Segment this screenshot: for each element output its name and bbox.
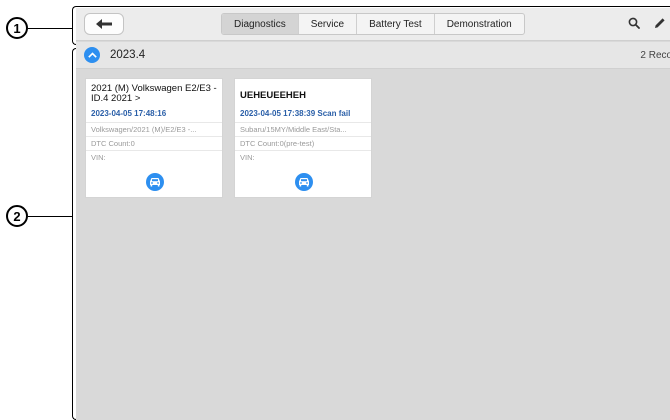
callout-1: 1: [6, 17, 28, 39]
tab-demonstration[interactable]: Demonstration: [433, 14, 524, 34]
card-title: 2021 (M) Volkswagen E2/E3 - ID.4 2021 >: [91, 83, 217, 104]
collapse-group-button[interactable]: [84, 47, 100, 63]
app-screen: Diagnostics Service Battery Test Demonst…: [76, 8, 670, 420]
divider: [235, 136, 371, 137]
card-vehicle-info: Subaru/15MY/Middle East/Sta...: [240, 125, 347, 134]
function-tabs: Diagnostics Service Battery Test Demonst…: [221, 13, 525, 35]
back-button[interactable]: [84, 13, 124, 35]
callout-2-leader: [28, 216, 72, 217]
divider: [86, 136, 222, 137]
car-icon: [150, 178, 160, 187]
card-title: UEHEUEEHEH: [240, 90, 306, 101]
tab-battery-test[interactable]: Battery Test: [356, 14, 434, 34]
divider: [235, 122, 371, 123]
group-header: 2023.4 2 Records: [76, 42, 670, 69]
card-dtc-count: DTC Count:0: [91, 139, 135, 148]
tab-service[interactable]: Service: [297, 14, 356, 34]
card-datetime: 2023-04-05 17:48:16: [91, 109, 167, 118]
callout-2: 2: [6, 205, 28, 227]
card-vin: VIN:: [240, 153, 255, 162]
divider: [235, 150, 371, 151]
search-icon[interactable]: [628, 17, 640, 29]
card-vin: VIN:: [91, 153, 106, 162]
card-dtc-count: DTC Count:0(pre-test): [240, 139, 315, 148]
chevron-up-icon: [87, 52, 97, 58]
divider: [86, 122, 222, 123]
arrow-left-icon: [96, 19, 112, 29]
divider: [86, 150, 222, 151]
pencil-icon[interactable]: [654, 17, 666, 29]
group-title: 2023.4: [110, 49, 146, 61]
top-toolbar: Diagnostics Service Battery Test Demonst…: [76, 8, 670, 41]
records-count: 2 Records: [640, 50, 670, 61]
car-icon: [299, 178, 309, 187]
open-vehicle-button[interactable]: [146, 173, 164, 191]
history-card[interactable]: UEHEUEEHEH 2023-04-05 17:38:39 Scan fail…: [234, 78, 372, 198]
callout-1-leader: [28, 28, 72, 29]
card-vehicle-info: Volkswagen/2021 (M)/E2/E3 -...: [91, 125, 197, 134]
tab-diagnostics[interactable]: Diagnostics: [222, 14, 298, 34]
open-vehicle-button[interactable]: [295, 173, 313, 191]
history-card[interactable]: 2021 (M) Volkswagen E2/E3 - ID.4 2021 > …: [85, 78, 223, 198]
card-datetime: 2023-04-05 17:38:39 Scan fail: [240, 109, 351, 118]
